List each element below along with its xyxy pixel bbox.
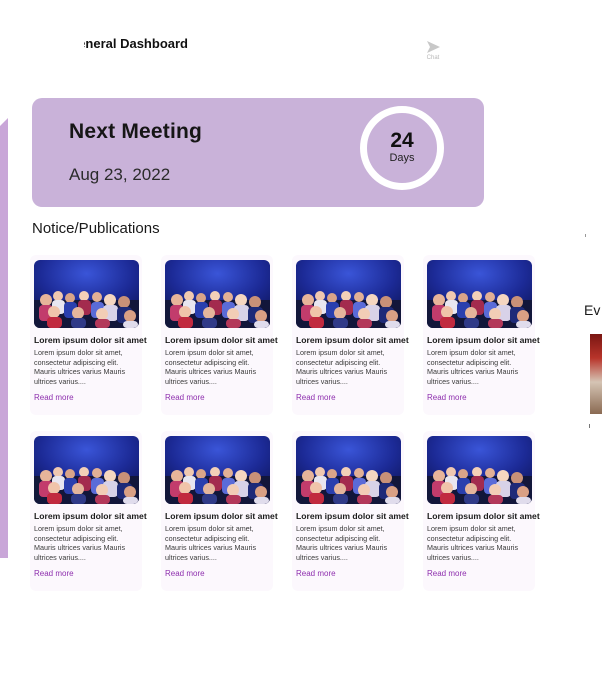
send-icon bbox=[427, 41, 440, 53]
notice-title: Lorem ipsum dolor sit amet bbox=[34, 511, 147, 521]
notice-title: Lorem ipsum dolor sit amet bbox=[296, 335, 409, 345]
read-more-link[interactable]: Read more bbox=[296, 569, 336, 578]
notice-card[interactable]: Lorem ipsum dolor sit amet Lorem ipsum d… bbox=[161, 255, 278, 415]
chat-label: Chat bbox=[426, 55, 440, 61]
page-title: General Dashboard bbox=[84, 36, 188, 51]
notice-grid: Lorem ipsum dolor sit amet Lorem ipsum d… bbox=[30, 255, 550, 595]
notice-card[interactable]: Lorem ipsum dolor sit amet Lorem ipsum d… bbox=[423, 255, 540, 415]
notice-text: Lorem ipsum dolor sit amet, consectetur … bbox=[165, 348, 257, 386]
dashboard-page: General Dashboard Chat Next Meeting Aug … bbox=[0, 0, 602, 677]
notice-card[interactable]: Lorem ipsum dolor sit amet Lorem ipsum d… bbox=[423, 431, 540, 591]
read-more-link[interactable]: Read more bbox=[165, 393, 205, 402]
notice-image bbox=[296, 260, 401, 328]
read-more-link[interactable]: Read more bbox=[427, 393, 467, 402]
sidebar-edge bbox=[0, 118, 8, 558]
days-label: Days bbox=[389, 152, 415, 164]
notice-text: Lorem ipsum dolor sit amet, consectetur … bbox=[296, 348, 388, 386]
notice-text: Lorem ipsum dolor sit amet, consectetur … bbox=[34, 524, 126, 562]
notice-image bbox=[34, 436, 139, 504]
notice-title: Lorem ipsum dolor sit amet bbox=[427, 511, 540, 521]
chat-button[interactable]: Chat bbox=[421, 40, 445, 61]
read-more-link[interactable]: Read more bbox=[34, 393, 74, 402]
read-more-link[interactable]: Read more bbox=[165, 569, 205, 578]
notice-image bbox=[427, 260, 532, 328]
notice-card[interactable]: Lorem ipsum dolor sit amet Lorem ipsum d… bbox=[292, 431, 409, 591]
notice-text: Lorem ipsum dolor sit amet, consectetur … bbox=[34, 348, 126, 386]
notice-text: Lorem ipsum dolor sit amet, consectetur … bbox=[296, 524, 388, 562]
notice-card[interactable]: Lorem ipsum dolor sit amet Lorem ipsum d… bbox=[292, 255, 409, 415]
notice-image bbox=[165, 260, 270, 328]
notice-image bbox=[165, 436, 270, 504]
notice-title: Lorem ipsum dolor sit amet bbox=[427, 335, 540, 345]
meeting-date: Aug 23, 2022 bbox=[69, 165, 171, 184]
notice-title: Lorem ipsum dolor sit amet bbox=[165, 335, 278, 345]
meeting-title: Next Meeting bbox=[69, 120, 203, 143]
event-caption-mark bbox=[589, 424, 590, 428]
notice-card[interactable]: Lorem ipsum dolor sit amet Lorem ipsum d… bbox=[30, 431, 147, 591]
days-countdown: 24 Days bbox=[360, 106, 444, 190]
notice-title: Lorem ipsum dolor sit amet bbox=[296, 511, 409, 521]
notice-image bbox=[427, 436, 532, 504]
notice-image bbox=[296, 436, 401, 504]
read-more-link[interactable]: Read more bbox=[427, 569, 467, 578]
notice-card[interactable]: Lorem ipsum dolor sit amet Lorem ipsum d… bbox=[30, 255, 147, 415]
notice-image bbox=[34, 260, 139, 328]
event-image[interactable] bbox=[590, 334, 602, 414]
notice-text: Lorem ipsum dolor sit amet, consectetur … bbox=[427, 524, 519, 562]
notice-card[interactable]: Lorem ipsum dolor sit amet Lorem ipsum d… bbox=[161, 431, 278, 591]
notice-text: Lorem ipsum dolor sit amet, consectetur … bbox=[427, 348, 519, 386]
page-title-text: General Dashboard bbox=[84, 36, 188, 51]
section-title: Notice/Publications bbox=[32, 220, 160, 237]
read-more-link[interactable]: Read more bbox=[296, 393, 336, 402]
next-meeting-card: Next Meeting Aug 23, 2022 24 Days bbox=[32, 98, 484, 207]
read-more-link[interactable]: Read more bbox=[34, 569, 74, 578]
notice-title: Lorem ipsum dolor sit amet bbox=[34, 335, 147, 345]
notice-text: Lorem ipsum dolor sit amet, consectetur … bbox=[165, 524, 257, 562]
notice-title: Lorem ipsum dolor sit amet bbox=[165, 511, 278, 521]
days-count: 24 bbox=[390, 129, 414, 152]
events-title: Ev bbox=[584, 302, 601, 318]
events-divider bbox=[585, 234, 586, 237]
